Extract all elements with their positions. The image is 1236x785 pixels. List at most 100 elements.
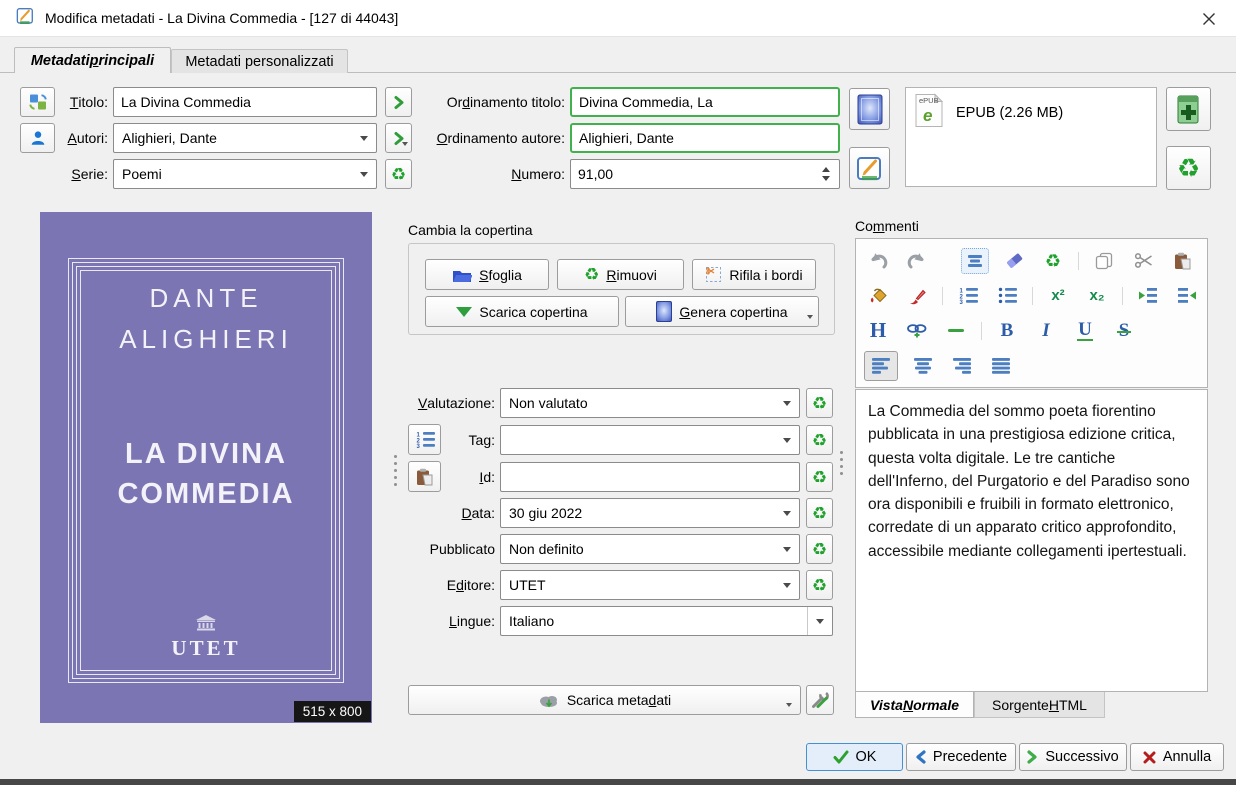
swap-title-author-button[interactable] [20, 87, 55, 117]
heading-style-button[interactable]: H [864, 317, 892, 345]
ids-input[interactable] [500, 462, 800, 492]
clear-series-button[interactable]: ♻ [385, 159, 412, 189]
cover-image[interactable]: DANTE ALIGHIERI LA DIVINA COMMEDIA UTET … [40, 212, 372, 723]
date-combo[interactable]: 30 giu 2022 [500, 498, 800, 528]
outdent-button[interactable] [1173, 282, 1201, 310]
clear-comments-button[interactable]: ♻ [1039, 247, 1067, 275]
cut-button[interactable] [1129, 247, 1157, 275]
book-cover-icon [857, 94, 883, 125]
published-label: Pubblicato [400, 534, 495, 564]
spin-down-button[interactable] [822, 176, 830, 185]
bold-button[interactable]: B [993, 317, 1021, 345]
trim-cover-button[interactable]: Rifila i bordi [692, 259, 816, 290]
insert-link-button[interactable] [903, 317, 931, 345]
remove-format-button[interactable]: ♻ [1166, 146, 1211, 190]
taskbar-sliver [0, 779, 1236, 785]
manage-authors-button[interactable] [20, 123, 55, 153]
align-right-button[interactable] [948, 352, 976, 380]
comments-editor[interactable]: La Commedia del sommo poeta fiorentino p… [855, 389, 1208, 692]
align-center-button[interactable] [909, 352, 937, 380]
recycle-icon: ♻ [812, 395, 827, 412]
generate-cover-button[interactable]: Genera copertina [625, 296, 819, 327]
cover-title-text: LA DIVINA COMMEDIA [40, 434, 372, 514]
clear-tags-button[interactable]: ♻ [806, 425, 833, 455]
title-label: Titolo: [56, 87, 108, 117]
series-combo[interactable]: Poemi [113, 159, 377, 189]
next-button[interactable]: Successivo [1019, 743, 1127, 771]
splitter-handle-right[interactable] [840, 451, 843, 475]
clear-ids-button[interactable]: ♻ [806, 462, 833, 492]
subscript-button[interactable]: x₂ [1083, 282, 1111, 310]
title-input[interactable] [113, 87, 377, 117]
redo-button[interactable] [903, 247, 931, 275]
tab-main-metadata[interactable]: Metadati principali [14, 47, 171, 73]
unordered-list-button[interactable] [993, 282, 1021, 310]
foreground-color-button[interactable] [903, 282, 931, 310]
series-number-input[interactable] [570, 159, 840, 189]
superscript-button[interactable]: x² [1044, 282, 1072, 310]
cancel-button[interactable]: Annulla [1130, 743, 1224, 771]
tags-combo[interactable] [500, 425, 800, 455]
spin-up-button[interactable] [822, 163, 830, 172]
splitter-handle-left[interactable] [394, 455, 397, 486]
change-cover-label: Cambia la copertina [408, 220, 608, 240]
browse-cover-button[interactable]: Sfoglia [425, 259, 549, 290]
paste-button[interactable] [1168, 247, 1196, 275]
close-button[interactable] [1196, 7, 1222, 31]
auto-title-sort-button[interactable] [385, 87, 412, 117]
recycle-icon: ♻ [1045, 252, 1061, 270]
tools-icon [810, 690, 830, 710]
clear-publisher-button[interactable]: ♻ [806, 570, 833, 600]
published-combo[interactable]: Non definito [500, 534, 800, 564]
recycle-icon: ♻ [1177, 155, 1200, 181]
recycle-icon: ♻ [812, 505, 827, 522]
author-sort-input[interactable] [570, 123, 840, 153]
clear-date-button[interactable]: ♻ [806, 498, 833, 528]
author-icon [29, 129, 47, 147]
recycle-icon: ♻ [391, 166, 406, 183]
configure-metadata-download-button[interactable] [806, 685, 834, 715]
copy-button[interactable] [1090, 247, 1118, 275]
ordered-list-button[interactable]: 123 [954, 282, 982, 310]
underline-button[interactable]: U [1071, 317, 1099, 345]
paste-identifier-button[interactable] [408, 461, 441, 492]
select-all-button[interactable] [961, 248, 989, 274]
previous-button[interactable]: Precedente [906, 743, 1016, 771]
tab-normal-view[interactable]: Vista Normale [855, 692, 974, 718]
clear-formatting-button[interactable] [1000, 247, 1028, 275]
tab-custom-metadata[interactable]: Metadati personalizzati [171, 49, 348, 73]
add-format-button[interactable] [1166, 87, 1211, 131]
edit-metadata-button[interactable] [849, 147, 890, 189]
italic-button[interactable]: I [1032, 317, 1060, 345]
publisher-combo[interactable]: UTET [500, 570, 800, 600]
align-justify-button[interactable] [987, 352, 1015, 380]
bullet-list-icon [997, 287, 1017, 304]
background-color-button[interactable] [864, 282, 892, 310]
undo-button[interactable] [864, 247, 892, 275]
rating-combo[interactable]: Non valutato [500, 388, 800, 418]
tag-editor-button[interactable]: 123 [408, 424, 441, 455]
remove-cover-button[interactable]: ♻ Rimuovi [557, 259, 684, 290]
tab-html-source[interactable]: Sorgente HTML [974, 692, 1105, 718]
scissors-icon [1134, 253, 1153, 268]
download-metadata-button[interactable]: Scarica metadati [408, 685, 801, 715]
clear-published-button[interactable]: ♻ [806, 534, 833, 564]
horizontal-rule-button[interactable] [942, 317, 970, 345]
cover-preview-button[interactable] [849, 88, 890, 130]
indent-button[interactable] [1134, 282, 1162, 310]
ok-button[interactable]: OK [806, 743, 903, 771]
recycle-icon: ♻ [812, 432, 827, 449]
title-sort-input[interactable] [570, 87, 840, 117]
align-left-button[interactable] [864, 351, 898, 381]
format-entry-epub[interactable]: ePUBe EPUB (2.26 MB) [906, 88, 1156, 138]
download-cover-button[interactable]: Scarica copertina [425, 296, 619, 327]
clear-rating-button[interactable]: ♻ [806, 388, 833, 418]
chevron-down-icon [783, 583, 791, 592]
authors-combo[interactable]: Alighieri, Dante [113, 123, 377, 153]
auto-author-sort-button[interactable] [385, 123, 412, 153]
clipboard-icon [416, 468, 433, 486]
languages-combo[interactable]: Italiano [500, 606, 833, 636]
align-justify-icon [991, 357, 1011, 375]
numbered-list-icon: 123 [958, 287, 978, 304]
strikethrough-button[interactable]: S [1110, 317, 1138, 345]
